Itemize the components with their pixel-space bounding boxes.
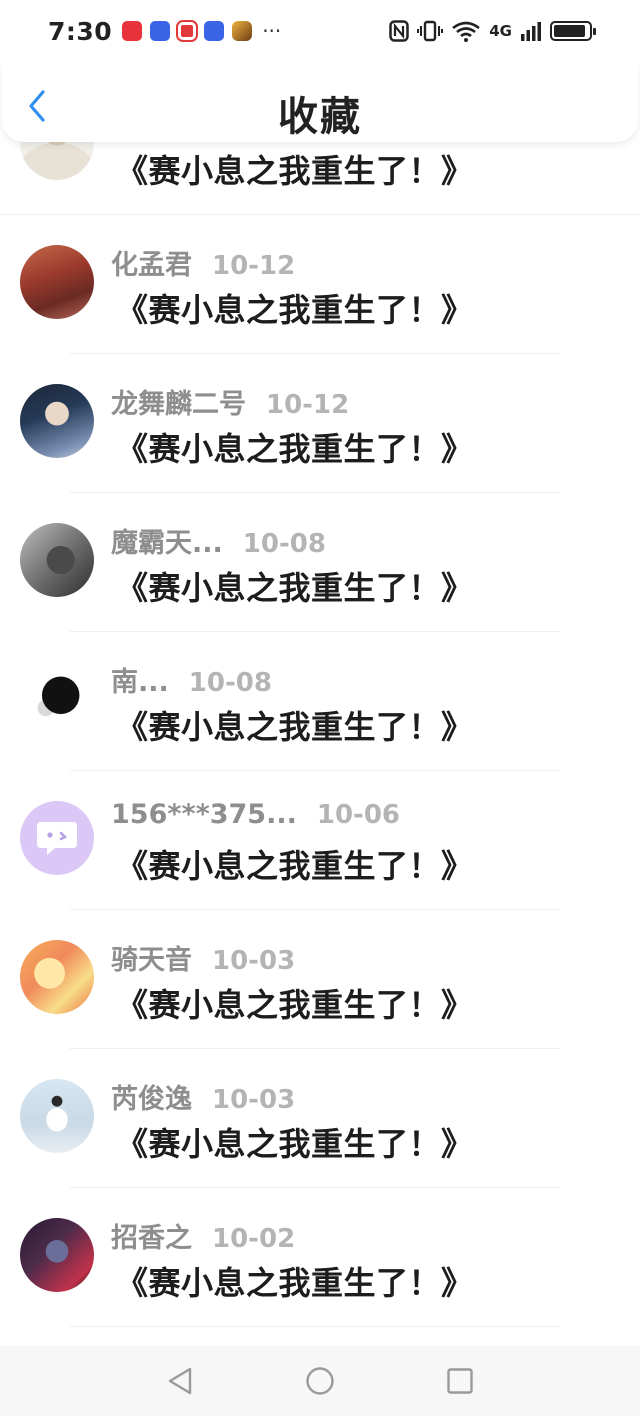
date: 10-06 [316,800,401,830]
book-title: 《赛小息之我重生了！》 [116,1264,474,1302]
avatar[interactable] [20,523,94,597]
nav-home-button[interactable] [300,1361,340,1401]
red-app-icon [178,22,197,40]
item-meta: 招香之 10-02 [111,1216,295,1255]
username[interactable]: 骑天音 [111,938,192,977]
system-icons: 4G [389,20,596,42]
game-icon [232,21,253,41]
item-meta: 魔霸天... 10-08 [111,521,326,560]
screen: 7:30 ··· 4G 《赛小息之我重生了！》 化孟君 10-12 《赛小息之我… [0,0,640,1416]
book-title: 《赛小息之我重生了！》 [116,569,474,607]
triangle-back-icon [168,1367,192,1395]
date: 10-02 [212,1224,296,1254]
list-item[interactable]: 骑天音 10-03 《赛小息之我重生了！》 [0,910,640,1049]
username[interactable]: 魔霸天... [111,521,223,560]
status-time: 7:30 [48,16,113,46]
book-title: 《赛小息之我重生了！》 [116,1125,474,1163]
notification-icons: ··· [122,19,281,43]
circle-home-icon [306,1367,334,1395]
list-item[interactable]: 芮俊逸 10-03 《赛小息之我重生了！》 [0,1049,640,1188]
date: 10-12 [266,390,350,420]
avatar[interactable] [20,1218,94,1292]
system-nav-bar [0,1346,640,1416]
status-bar: 7:30 ··· 4G [0,0,640,62]
avatar[interactable] [20,801,94,875]
avatar[interactable] [20,940,94,1014]
book-title: 《赛小息之我重生了！》 [116,708,474,746]
favorites-list: 《赛小息之我重生了！》 化孟君 10-12 《赛小息之我重生了！》 龙舞麟二号 … [0,76,640,1327]
username[interactable]: 龙舞麟二号 [111,382,246,421]
chat-bubble-icon [37,822,77,855]
item-meta: 骑天音 10-03 [111,938,295,977]
avatar[interactable] [20,245,94,319]
nav-recents-button[interactable] [440,1361,480,1401]
network-type-label: 4G [489,22,512,40]
avatar[interactable] [20,662,94,736]
book-title: 《赛小息之我重生了！》 [116,847,474,885]
baidu-icon [204,21,225,41]
divider [70,1326,560,1327]
nav-back-button[interactable] [160,1361,200,1401]
date: 10-03 [212,1085,296,1115]
avatar[interactable] [20,1079,94,1153]
huawei-store-icon [122,21,143,41]
baidu-icon [150,21,171,41]
book-title: 《赛小息之我重生了！》 [116,152,474,190]
username[interactable]: 化孟君 [111,243,192,282]
date: 10-12 [212,251,296,281]
list-item[interactable]: 龙舞麟二号 10-12 《赛小息之我重生了！》 [0,354,640,493]
list-item[interactable]: 南... 10-08 《赛小息之我重生了！》 [0,632,640,771]
item-meta: 龙舞麟二号 10-12 [111,382,349,421]
list-item[interactable]: 魔霸天... 10-08 《赛小息之我重生了！》 [0,493,640,632]
username[interactable]: 南... [111,660,169,699]
username[interactable]: 招香之 [111,1216,192,1255]
book-title: 《赛小息之我重生了！》 [116,986,474,1024]
list-item[interactable]: 156***375... 10-06 《赛小息之我重生了！》 [0,771,640,910]
signal-icon [521,22,541,41]
vibrate-icon [417,20,444,42]
date: 10-08 [188,668,272,698]
item-meta: 芮俊逸 10-03 [111,1077,295,1116]
book-title: 《赛小息之我重生了！》 [116,291,474,329]
avatar[interactable] [20,384,94,458]
battery-icon [550,21,596,41]
item-meta: 化孟君 10-12 [111,243,295,282]
nfc-icon [389,20,409,42]
list-item[interactable]: 招香之 10-02 《赛小息之我重生了！》 [0,1188,640,1327]
book-title: 《赛小息之我重生了！》 [116,430,474,468]
item-meta: 南... 10-08 [111,660,272,699]
wifi-icon [452,21,481,42]
more-notifications-icon: ··· [262,19,282,43]
date: 10-03 [212,946,296,976]
nav-header: 收藏 [2,62,638,142]
page-title: 收藏 [278,94,362,140]
username[interactable]: 156***375... [111,799,297,830]
username[interactable]: 芮俊逸 [111,1077,192,1116]
item-meta: 156***375... 10-06 [111,799,400,830]
square-recents-icon [447,1368,473,1394]
date: 10-08 [242,529,326,559]
list-item[interactable]: 化孟君 10-12 《赛小息之我重生了！》 [0,215,640,354]
